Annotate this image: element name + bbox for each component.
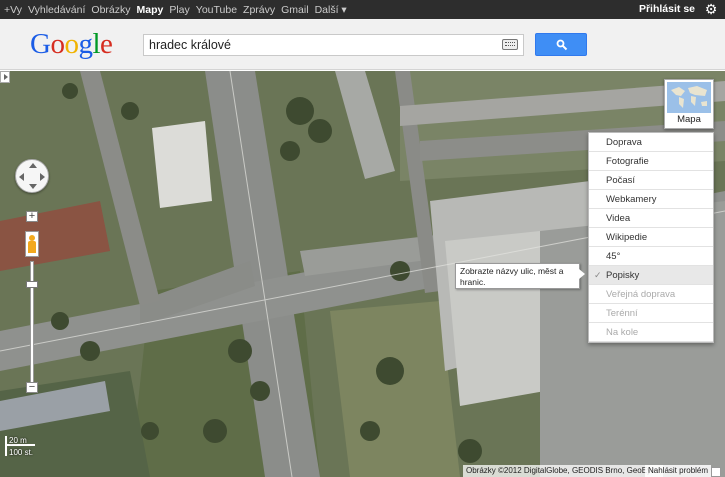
google-logo[interactable]: Google: [30, 28, 113, 61]
pan-control[interactable]: [15, 159, 49, 193]
zoom-slider-handle[interactable]: [26, 281, 38, 288]
layers-menu: Doprava Fotografie Počasí Webkamery Videa Wik…: [588, 132, 714, 343]
copyright-text: Obrázky ©2012 DigitalGlobe, GEODIS Brno,…: [463, 465, 664, 477]
pan-left-icon[interactable]: [19, 173, 24, 181]
google-bar: +Vy Vyhledávání Obrázky Mapy Play YouTube Zprá…: [0, 0, 725, 19]
zoom-out-button[interactable]: −: [26, 382, 38, 393]
layers-menu-item-label: Terénní: [606, 308, 638, 319]
layers-menu-item-label: Doprava: [606, 137, 642, 148]
zoom-slider-track[interactable]: [30, 261, 34, 386]
map-canvas[interactable]: + − Mapa Doprava Fotografie Počasí Webkamer…: [0, 71, 725, 477]
layers-menu-item-label: Veřejná doprava: [606, 289, 676, 300]
pan-up-icon[interactable]: [29, 163, 37, 168]
tooltip: Zobrazte názvy ulic, měst a hranic.: [455, 263, 585, 289]
layers-menu-item: Veřejná doprava: [589, 285, 713, 304]
layers-menu-item[interactable]: ✓ Popisky: [589, 266, 713, 285]
layers-menu-item-label: Webkamery: [606, 194, 657, 205]
checkmark-icon: ✓: [594, 270, 602, 280]
logo-letter: G: [30, 28, 51, 60]
layers-menu-item[interactable]: Videa: [589, 209, 713, 228]
header: Google: [0, 19, 725, 70]
search-button[interactable]: [535, 33, 587, 56]
layers-menu-item-label: Na kole: [606, 327, 639, 338]
layers-menu-item[interactable]: Fotografie: [589, 152, 713, 171]
keyboard-icon[interactable]: [502, 39, 518, 50]
zoom-in-button[interactable]: +: [26, 211, 38, 222]
google-bar-link[interactable]: Mapy: [137, 4, 164, 16]
search-box: [143, 34, 524, 56]
layers-menu-item-label: Fotografie: [606, 156, 649, 167]
search-input[interactable]: [149, 37, 499, 53]
google-bar-link[interactable]: YouTube: [196, 4, 237, 16]
google-bar-link[interactable]: Play: [169, 4, 189, 16]
pan-down-icon[interactable]: [29, 184, 37, 189]
layers-menu-item[interactable]: Doprava: [589, 133, 713, 152]
sign-in-link[interactable]: Přihlásit se: [639, 3, 695, 15]
layers-menu-item[interactable]: Webkamery: [589, 190, 713, 209]
map-thumbnail: [667, 82, 711, 113]
pan-right-icon[interactable]: [40, 173, 45, 181]
logo-letter: o: [50, 28, 65, 60]
scale-imperial-label: 100 st.: [9, 448, 34, 457]
layers-menu-item[interactable]: 45°: [589, 247, 713, 266]
google-bar-link[interactable]: +Vy: [4, 4, 22, 16]
layers-menu-item-label: Počasí: [606, 175, 636, 186]
logo-letter: o: [64, 28, 79, 60]
google-bar-link[interactable]: Zprávy: [243, 4, 275, 16]
collapse-panel-button[interactable]: [0, 71, 10, 83]
layers-menu-item-label: Videa: [606, 213, 631, 224]
layers-menu-item: Terénní: [589, 304, 713, 323]
search-icon: [556, 39, 568, 51]
world-map-icon: [671, 86, 707, 108]
map-type-label: Mapa: [677, 114, 701, 125]
map-type-button[interactable]: Mapa: [664, 79, 714, 129]
logo-letter: g: [78, 28, 93, 60]
pegman-body: [28, 241, 36, 253]
google-bar-link[interactable]: Další ▾: [315, 4, 347, 16]
logo-letter: e: [100, 28, 113, 60]
layers-menu-item: Na kole: [589, 323, 713, 342]
layers-menu-item-label: 45°: [606, 251, 621, 262]
layers-menu-item-label: Popisky: [606, 270, 640, 281]
scale-metric-label: 20 m: [9, 436, 27, 445]
google-bar-link[interactable]: Gmail: [281, 4, 308, 16]
logo-letter: l: [92, 28, 101, 60]
google-bar-link[interactable]: Obrázky: [91, 4, 130, 16]
google-bar-nav: +Vy Vyhledávání Obrázky Mapy Play YouTube Zprá…: [4, 0, 353, 19]
report-problem-link[interactable]: Nahlásit problém: [645, 465, 722, 477]
layers-menu-item-label: Wikipedie: [606, 232, 648, 243]
google-bar-link[interactable]: Vyhledávání: [28, 4, 85, 16]
scale-bar: 20 m 100 st.: [5, 436, 55, 458]
pegman-icon[interactable]: [25, 231, 39, 257]
layers-menu-item[interactable]: Wikipedie: [589, 228, 713, 247]
layers-menu-item[interactable]: Počasí: [589, 171, 713, 190]
gear-icon[interactable]: ⚙: [703, 1, 719, 17]
